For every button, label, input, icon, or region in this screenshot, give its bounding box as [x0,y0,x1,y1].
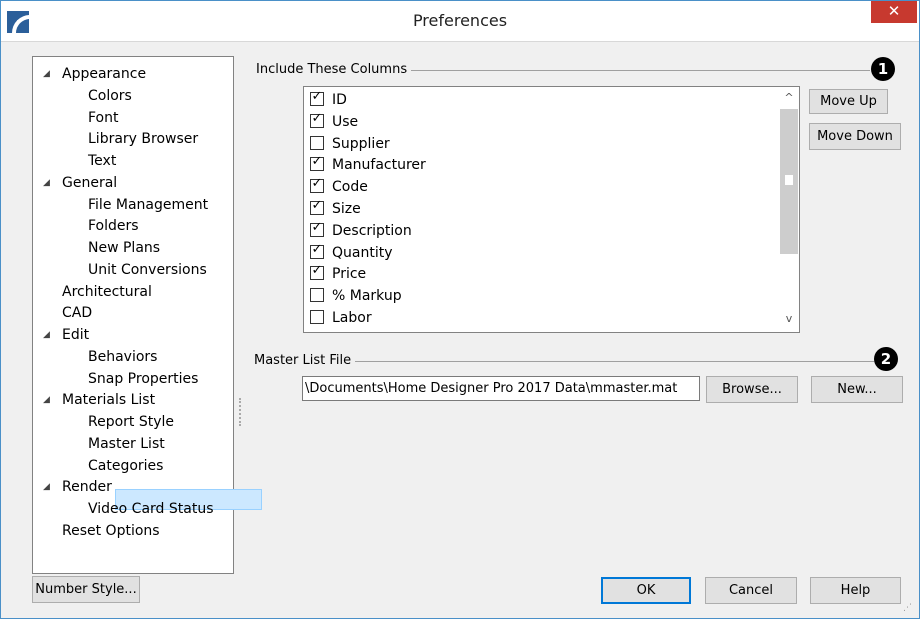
column-label: Quantity [332,245,393,261]
tree-expand-icon[interactable]: ◢ [43,173,55,193]
column-label: ID [332,92,347,108]
checkmark-icon: ✓ [311,111,323,126]
checkmark-icon: ✓ [311,220,323,235]
column-checkbox[interactable] [310,288,324,302]
tree-item[interactable]: General [62,173,117,193]
column-label: Manufacturer [332,157,426,173]
window-title: Preferences [412,11,508,30]
column-label: Description [332,223,412,239]
master-file-path-field[interactable]: \Documents\Home Designer Pro 2017 Data\m… [302,376,700,401]
column-option[interactable]: ✓ ID [310,89,347,111]
help-button[interactable]: Help [810,577,901,604]
tree-item[interactable]: Edit [62,325,89,345]
category-tree[interactable]: ◢ Appearance Colors Font Library Browser Text… [32,56,262,574]
column-label: % Markup [332,288,402,304]
tree-item[interactable]: Library Browser [88,129,198,149]
tree-item[interactable]: File Management [88,195,208,215]
tree-item[interactable]: Materials List [62,390,155,410]
new-button[interactable]: New... [811,376,903,403]
column-checkbox[interactable]: ✓ [310,89,324,106]
tree-item[interactable]: Behaviors [88,347,157,367]
column-label: Code [332,179,368,195]
callout-badge-1: 1 [871,57,895,81]
column-option[interactable]: ✓ Use [310,111,359,133]
tree-expand-icon[interactable]: ◢ [43,64,55,84]
column-checkbox[interactable] [310,310,324,324]
title-bar: Preferences ✕ [1,1,919,42]
column-option[interactable]: ✓ Price [310,263,367,285]
tree-expand-icon[interactable]: ◢ [43,477,55,497]
columns-listbox[interactable]: ^ v ✓ ID ✓ Use Supplier ✓ Manufacturer ✓ Code ✓ Si… [303,86,800,333]
scroll-grip [785,175,793,185]
tree-item[interactable]: Categories [88,456,163,476]
tree-item[interactable]: Appearance [62,64,146,84]
resize-grip-icon[interactable]: ⋰ [903,602,915,614]
master-group-label: Master List File [254,353,356,368]
tree-item[interactable]: Text [88,151,116,171]
tree-item[interactable]: CAD [62,303,92,323]
checkmark-icon: ✓ [311,154,323,169]
ok-button[interactable]: OK [601,577,691,604]
column-checkbox[interactable] [310,136,324,150]
tree-item[interactable]: Render [62,477,112,497]
tree-item[interactable]: Reset Options [62,521,160,541]
tree-item[interactable]: Report Style [88,412,174,432]
tree-expand-icon[interactable]: ◢ [43,325,55,345]
checkmark-icon: ✓ [311,176,323,191]
column-option[interactable]: ✓ Quantity [310,242,393,264]
column-option[interactable]: Supplier [310,134,390,155]
column-checkbox[interactable]: ✓ [310,263,324,280]
column-checkbox[interactable]: ✓ [310,242,324,259]
tree-item[interactable]: Unit Conversions [88,260,207,280]
splitter-handle[interactable] [239,398,244,426]
column-label: Price [332,266,367,282]
move-down-button[interactable]: Move Down [809,123,901,150]
column-label: Use [332,114,359,130]
column-checkbox[interactable]: ✓ [310,176,324,193]
tree-item[interactable]: Video Card Status [88,499,214,519]
column-label: Size [332,201,361,217]
column-checkbox[interactable]: ✓ [310,198,324,215]
tree-item[interactable]: Architectural [62,282,152,302]
column-option[interactable]: ✓ Code [310,176,368,198]
tree-item[interactable]: Folders [88,216,139,236]
tree-expand-icon[interactable]: ◢ [43,390,55,410]
close-button[interactable]: ✕ [871,1,917,23]
checkmark-icon: ✓ [311,198,323,213]
tree-item[interactable]: New Plans [88,238,160,258]
cancel-button[interactable]: Cancel [705,577,797,604]
column-label: Labor [332,310,372,326]
column-checkbox[interactable]: ✓ [310,154,324,171]
tree-item[interactable]: Master List [88,434,165,454]
column-option[interactable]: Labor [310,308,372,329]
checkmark-icon: ✓ [311,89,323,104]
checkmark-icon: ✓ [311,242,323,257]
tree-item[interactable]: Font [88,108,118,128]
column-option[interactable]: ✓ Size [310,198,361,220]
column-checkbox[interactable]: ✓ [310,111,324,128]
move-up-button[interactable]: Move Up [809,89,888,114]
column-option[interactable]: ✓ Description [310,220,412,242]
browse-button[interactable]: Browse... [706,376,798,403]
column-checkbox[interactable]: ✓ [310,220,324,237]
preferences-dialog: Preferences ✕ ◢ Appearance Colors Font Libra… [0,0,920,619]
callout-badge-2: 2 [874,347,898,371]
number-style-button[interactable]: Number Style... [32,576,140,603]
scroll-up-icon[interactable]: ^ [780,89,798,107]
checkmark-icon: ✓ [311,263,323,278]
columns-group-label: Include These Columns [256,62,412,77]
column-option[interactable]: % Markup [310,286,402,307]
scroll-down-icon[interactable]: v [780,310,798,328]
tree-item[interactable]: Snap Properties [88,369,198,389]
column-option[interactable]: ✓ Manufacturer [310,154,426,176]
tree-item[interactable]: Colors [88,86,132,106]
column-label: Supplier [332,136,390,152]
